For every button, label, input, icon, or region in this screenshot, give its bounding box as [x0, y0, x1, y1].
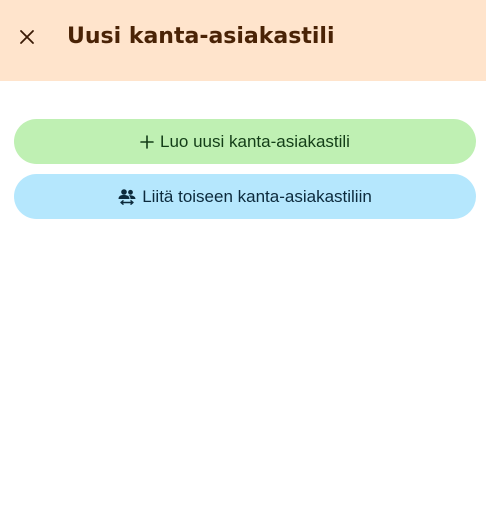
page-title: Uusi kanta-asiakastili	[67, 24, 335, 49]
create-loyalty-account-button[interactable]: Luo uusi kanta-asiakastili	[14, 119, 476, 164]
app-header: Uusi kanta-asiakastili	[0, 0, 486, 81]
create-button-label: Luo uusi kanta-asiakastili	[160, 131, 350, 151]
plus-icon	[140, 134, 154, 149]
join-loyalty-account-button[interactable]: Liitä toiseen kanta-asiakastiliin	[14, 174, 476, 219]
join-button-label: Liitä toiseen kanta-asiakastiliin	[142, 186, 372, 206]
group-link-icon	[118, 188, 136, 206]
close-button[interactable]	[15, 25, 39, 49]
close-icon	[20, 30, 34, 44]
